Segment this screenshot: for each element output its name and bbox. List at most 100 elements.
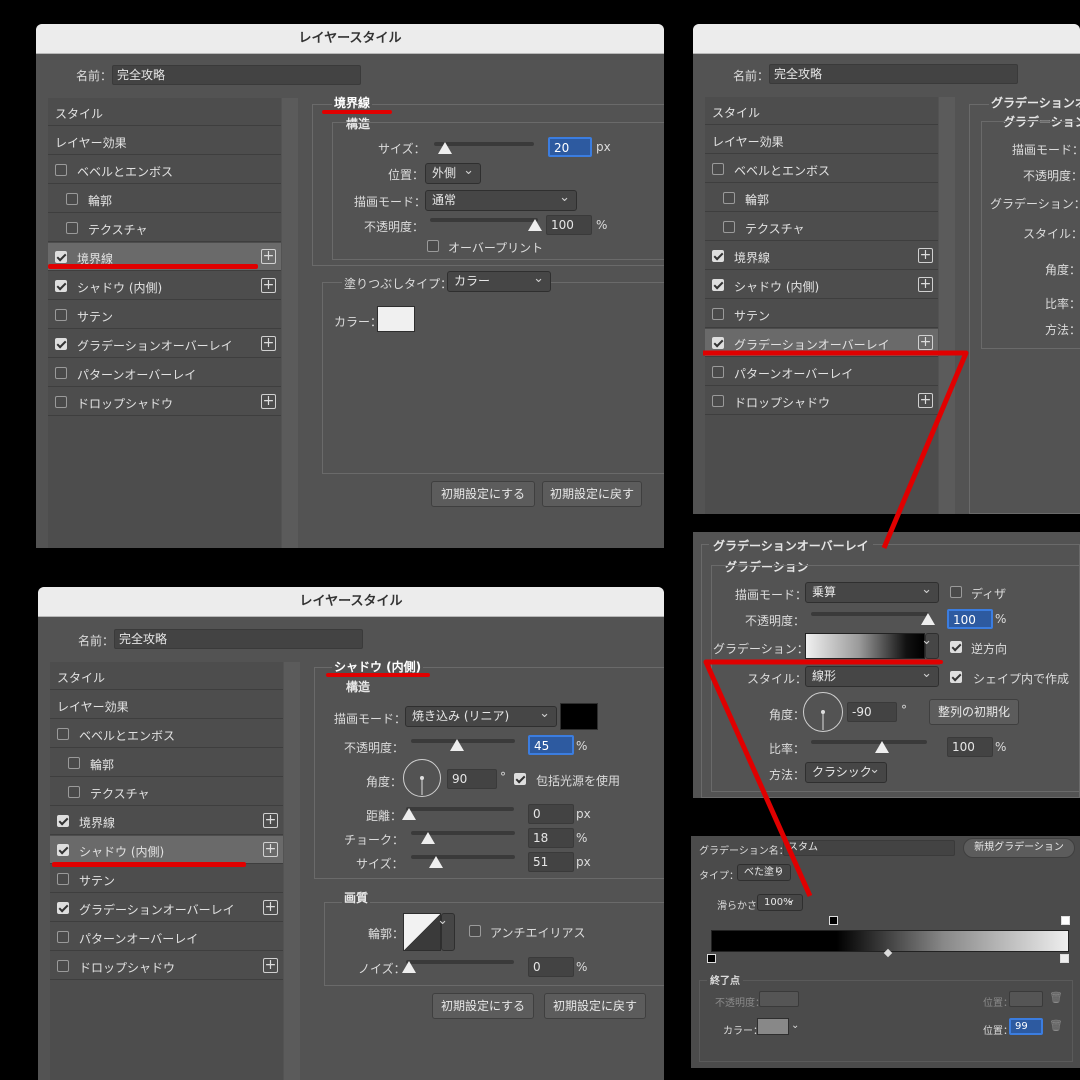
gradient-name-input[interactable]: スタム	[783, 840, 955, 856]
list-item-gradient-overlay[interactable]: グラデーションオーバーレイ +	[48, 330, 281, 358]
list-item-styles[interactable]: スタイル	[50, 662, 283, 690]
opacity-input[interactable]: 45	[528, 735, 574, 755]
list-item-stroke[interactable]: 境界線 +	[705, 242, 938, 270]
list-item-pattern-overlay[interactable]: パターンオーバーレイ	[48, 359, 281, 387]
opacity-stop-left[interactable]	[829, 916, 838, 925]
inner-shadow-checkbox[interactable]	[57, 844, 69, 856]
noise-slider[interactable]	[406, 960, 514, 964]
list-item-layer-effects[interactable]: レイヤー効果	[705, 126, 938, 154]
blend-mode-select[interactable]: 焼き込み (リニア)	[405, 704, 557, 727]
add-icon[interactable]: +	[261, 336, 276, 351]
add-icon[interactable]: +	[261, 278, 276, 293]
list-item-styles[interactable]: スタイル	[48, 98, 281, 126]
antialias-checkbox[interactable]	[469, 925, 481, 937]
shadow-color-swatch[interactable]	[560, 703, 598, 730]
list-item-satin[interactable]: サテン	[705, 300, 938, 328]
list-scrollbar[interactable]	[939, 97, 955, 514]
choke-input[interactable]: 18	[528, 828, 574, 848]
name-input[interactable]: 完全攻略	[114, 629, 363, 649]
list-item-bevel[interactable]: ベベルとエンボス	[705, 155, 938, 183]
distance-slider[interactable]	[406, 807, 514, 811]
method-select[interactable]: クラシック	[805, 760, 887, 783]
list-item-drop-shadow[interactable]: ドロップシャドウ +	[705, 387, 938, 415]
list-item-drop-shadow[interactable]: ドロップシャドウ +	[50, 952, 283, 980]
list-item-texture[interactable]: テクスチャ	[50, 778, 283, 806]
distance-slider-thumb[interactable]	[402, 808, 416, 820]
stop-location2-input[interactable]: 99	[1009, 1018, 1043, 1035]
angle-dial[interactable]	[403, 759, 441, 797]
angle-input[interactable]: -90	[847, 702, 897, 722]
inner-shadow-checkbox[interactable]	[55, 280, 67, 292]
stop-opacity-input[interactable]	[759, 991, 799, 1007]
contour-preview[interactable]	[403, 913, 441, 951]
reset-default-button[interactable]: 初期設定にする	[431, 481, 535, 507]
add-icon[interactable]: +	[918, 335, 933, 350]
bevel-checkbox[interactable]	[55, 164, 67, 176]
stop-location-input[interactable]	[1009, 991, 1043, 1007]
fill-type-select[interactable]: カラー	[447, 269, 551, 292]
list-item-contour[interactable]: 輪郭	[48, 185, 281, 213]
list-item-drop-shadow[interactable]: ドロップシャドウ +	[48, 388, 281, 416]
list-item-stroke[interactable]: 境界線 +	[50, 807, 283, 835]
pattern-overlay-checkbox[interactable]	[57, 931, 69, 943]
stop-color-swatch[interactable]	[757, 1018, 789, 1035]
new-gradient-button[interactable]: 新規グラデーション	[963, 838, 1075, 858]
pattern-overlay-checkbox[interactable]	[712, 366, 724, 378]
list-item-satin[interactable]: サテン	[50, 865, 283, 893]
size-input[interactable]: 51	[528, 852, 574, 872]
list-scrollbar[interactable]	[284, 662, 300, 1080]
gradient-overlay-checkbox[interactable]	[712, 337, 724, 349]
gradient-bar[interactable]	[711, 930, 1069, 952]
scale-slider-thumb[interactable]	[875, 741, 889, 753]
texture-checkbox[interactable]	[723, 221, 735, 233]
opacity-slider-thumb[interactable]	[528, 219, 542, 231]
gradient-preview[interactable]	[805, 633, 925, 659]
opacity-slider-thumb[interactable]	[450, 739, 464, 751]
stroke-color-swatch[interactable]	[377, 306, 415, 332]
add-icon[interactable]: +	[261, 249, 276, 264]
gradient-dropdown[interactable]	[921, 631, 939, 659]
list-item-bevel[interactable]: ベベルとエンボス	[48, 156, 281, 184]
list-item-inner-shadow[interactable]: シャドウ (内側) +	[48, 272, 281, 300]
list-item-layer-effects[interactable]: レイヤー効果	[50, 691, 283, 719]
gradient-overlay-checkbox[interactable]	[55, 338, 67, 350]
stroke-checkbox[interactable]	[712, 250, 724, 262]
texture-checkbox[interactable]	[66, 222, 78, 234]
contour-dropdown[interactable]	[437, 911, 455, 951]
drop-shadow-checkbox[interactable]	[55, 396, 67, 408]
scale-slider[interactable]	[811, 740, 927, 744]
trash-icon[interactable]: 🗑	[1049, 991, 1063, 1004]
restore-default-button[interactable]: 初期設定に戻す	[544, 993, 646, 1019]
blend-mode-select[interactable]: 通常	[425, 188, 577, 211]
scale-input[interactable]: 100	[947, 737, 993, 757]
list-item-contour[interactable]: 輪郭	[50, 749, 283, 777]
add-icon[interactable]: +	[263, 813, 278, 828]
add-icon[interactable]: +	[263, 958, 278, 973]
inner-shadow-checkbox[interactable]	[712, 279, 724, 291]
size-slider-thumb[interactable]	[438, 142, 452, 154]
bevel-checkbox[interactable]	[712, 163, 724, 175]
color-stop-right[interactable]	[1060, 954, 1069, 963]
overprint-checkbox[interactable]	[427, 240, 439, 252]
angle-input[interactable]: 90	[447, 769, 497, 789]
distance-input[interactable]: 0	[528, 804, 574, 824]
size-slider[interactable]	[411, 855, 515, 859]
list-item-texture[interactable]: テクスチャ	[705, 213, 938, 241]
reset-default-button[interactable]: 初期設定にする	[432, 993, 534, 1019]
restore-default-button[interactable]: 初期設定に戻す	[542, 481, 642, 507]
align-with-layer-checkbox[interactable]	[950, 671, 962, 683]
list-item-bevel[interactable]: ベベルとエンボス	[50, 720, 283, 748]
add-icon[interactable]: +	[918, 393, 933, 408]
list-item-inner-shadow[interactable]: シャドウ (内側) +	[50, 836, 283, 864]
angle-dial[interactable]	[803, 692, 843, 732]
satin-checkbox[interactable]	[57, 873, 69, 885]
trash-icon[interactable]: 🗑	[1049, 1019, 1063, 1032]
add-icon[interactable]: +	[261, 394, 276, 409]
list-item-inner-shadow[interactable]: シャドウ (内側) +	[705, 271, 938, 299]
opacity-slider[interactable]	[811, 612, 929, 616]
pattern-overlay-checkbox[interactable]	[55, 367, 67, 379]
add-icon[interactable]: +	[918, 277, 933, 292]
color-stop-left[interactable]	[707, 954, 716, 963]
add-icon[interactable]: +	[263, 900, 278, 915]
noise-input[interactable]: 0	[528, 957, 574, 977]
